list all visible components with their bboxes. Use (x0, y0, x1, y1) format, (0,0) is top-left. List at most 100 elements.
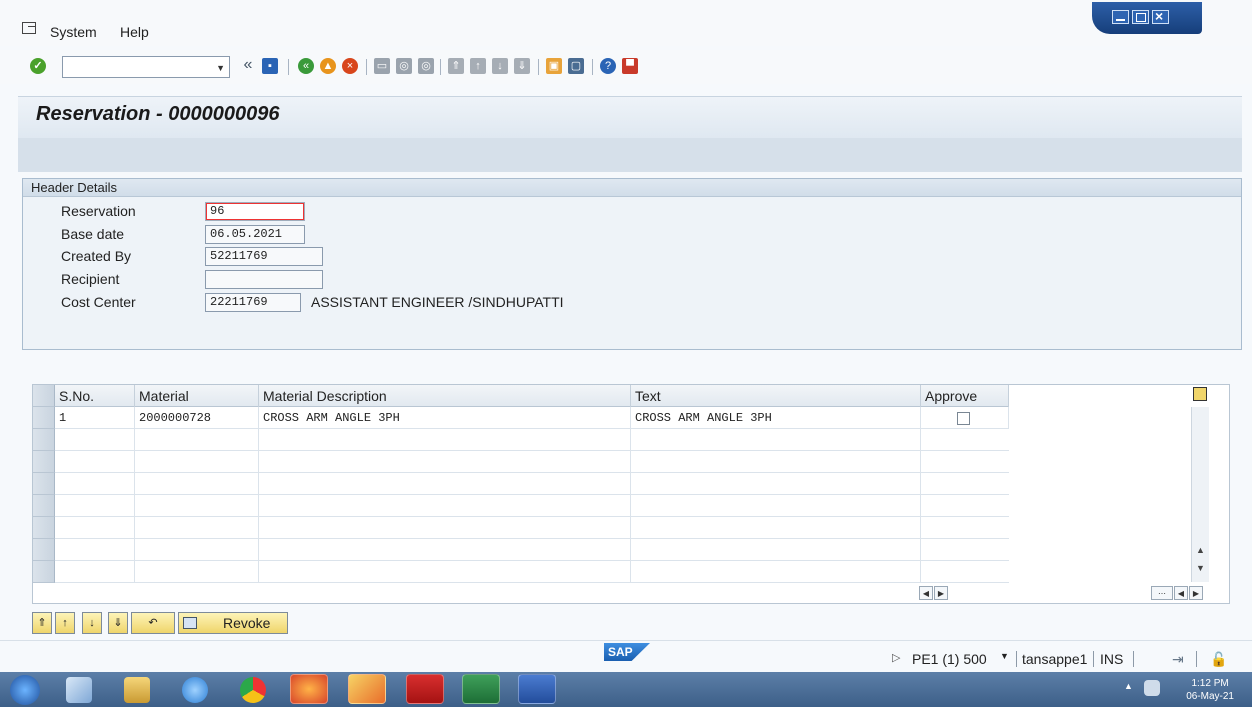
enter-check-icon[interactable]: ✓ (30, 58, 46, 74)
sap-logon-icon[interactable] (348, 674, 386, 704)
cell-sno[interactable]: 1 (55, 407, 135, 429)
exit-icon[interactable]: ▲ (320, 58, 336, 74)
cell-text[interactable] (631, 561, 921, 583)
column-header-text[interactable]: Text (631, 385, 921, 407)
cell-description[interactable] (259, 473, 631, 495)
tab-order-icon[interactable]: ⇥ (1172, 651, 1184, 668)
minimize-icon[interactable] (1112, 10, 1129, 24)
cell-sno[interactable] (55, 539, 135, 561)
first-page-icon[interactable]: ⇑ (448, 58, 464, 74)
cost-center-field[interactable]: 22211769 (205, 293, 301, 312)
revoke-button[interactable]: Revoke (178, 612, 288, 634)
next-page-icon[interactable]: ↓ (492, 58, 508, 74)
previous-row-button[interactable]: ↑ (55, 612, 75, 634)
find-icon[interactable]: ◎ (396, 58, 412, 74)
row-selector[interactable] (33, 429, 55, 451)
quick-launch-icon[interactable] (66, 677, 92, 703)
cell-sno[interactable] (55, 473, 135, 495)
row-selector[interactable] (33, 539, 55, 561)
help-icon[interactable]: ? (600, 58, 616, 74)
row-selector[interactable] (33, 561, 55, 583)
cell-description[interactable] (259, 561, 631, 583)
horizontal-scroll-right[interactable]: ⋯ ◀ ▶ (1151, 584, 1211, 600)
collapse-icon[interactable]: « (240, 57, 256, 74)
recipient-field[interactable] (205, 270, 323, 289)
shortcut-icon[interactable]: ▢ (568, 58, 584, 74)
column-header-sno[interactable]: S.No. (55, 385, 135, 407)
scroll-thumb-icon[interactable]: ⋯ (1151, 586, 1173, 600)
close-icon[interactable] (1152, 8, 1169, 24)
cell-text[interactable] (631, 429, 921, 451)
back-icon[interactable]: « (298, 58, 314, 74)
created-by-field[interactable]: 52211769 (205, 247, 323, 266)
cell-description[interactable] (259, 539, 631, 561)
cell-text[interactable] (631, 539, 921, 561)
first-row-button[interactable]: ⇑ (32, 612, 52, 634)
cell-description[interactable] (259, 517, 631, 539)
column-header-description[interactable]: Material Description (259, 385, 631, 407)
system-info[interactable]: PE1 (1) 500 (912, 651, 987, 667)
scroll-up-icon[interactable]: ▲ (1196, 545, 1205, 555)
tray-expand-icon[interactable]: ▲ (1124, 681, 1134, 691)
cell-material[interactable] (135, 495, 259, 517)
cell-description[interactable]: CROSS ARM ANGLE 3PH (259, 407, 631, 429)
scroll-down-icon[interactable]: ▼ (1196, 563, 1205, 573)
vertical-scrollbar[interactable]: ▲ ▼ (1191, 407, 1209, 582)
excel-icon[interactable] (462, 674, 500, 704)
cell-description[interactable] (259, 451, 631, 473)
table-settings-icon[interactable] (1193, 387, 1207, 401)
cell-description[interactable] (259, 429, 631, 451)
command-field[interactable]: ▼ (62, 56, 230, 78)
base-date-field[interactable]: 06.05.2021 (205, 225, 305, 244)
print-icon[interactable]: ▭ (374, 58, 390, 74)
row-selector[interactable] (33, 473, 55, 495)
cell-sno[interactable] (55, 451, 135, 473)
undo-icon[interactable]: ↶ (131, 612, 175, 634)
maximize-icon[interactable] (1132, 10, 1149, 24)
cell-material[interactable] (135, 429, 259, 451)
cell-material[interactable]: 2000000728 (135, 407, 259, 429)
cell-material[interactable] (135, 473, 259, 495)
scroll-left-icon[interactable]: ◀ (1174, 586, 1188, 600)
next-row-button[interactable]: ↓ (82, 612, 102, 634)
word-icon[interactable] (518, 674, 556, 704)
scroll-right-icon[interactable]: ▶ (1189, 586, 1203, 600)
cell-sno[interactable] (55, 561, 135, 583)
column-header-material[interactable]: Material (135, 385, 259, 407)
chevron-down-icon[interactable]: ▼ (216, 63, 225, 73)
menu-help[interactable]: Help (120, 24, 149, 40)
scroll-right-icon[interactable]: ▶ (934, 586, 948, 600)
find-next-icon[interactable]: ◎ (418, 58, 434, 74)
layout-menu-icon[interactable]: ▀ (622, 58, 638, 74)
row-selector[interactable] (33, 517, 55, 539)
cancel-icon[interactable]: × (342, 58, 358, 74)
horizontal-scroll-left[interactable]: ◀ ▶ (919, 584, 951, 600)
menu-icon[interactable] (22, 22, 36, 34)
last-page-icon[interactable]: ⇓ (514, 58, 530, 74)
security-app-icon[interactable] (406, 674, 444, 704)
row-selector[interactable] (33, 407, 55, 429)
cell-material[interactable] (135, 561, 259, 583)
cell-text[interactable] (631, 451, 921, 473)
menu-system[interactable]: System (50, 24, 97, 40)
input-mode[interactable]: INS (1100, 651, 1123, 667)
taskbar-clock[interactable]: 1:12 PM 06-May-21 (1186, 677, 1234, 703)
cell-description[interactable] (259, 495, 631, 517)
cell-sno[interactable] (55, 429, 135, 451)
scroll-left-icon[interactable]: ◀ (919, 586, 933, 600)
row-selector[interactable] (33, 451, 55, 473)
internet-explorer-icon[interactable] (182, 677, 208, 703)
create-session-icon[interactable]: ▣ (546, 58, 562, 74)
cell-sno[interactable] (55, 495, 135, 517)
cell-text[interactable]: CROSS ARM ANGLE 3PH (631, 407, 921, 429)
row-selector[interactable] (33, 495, 55, 517)
select-all-cell[interactable] (33, 385, 55, 407)
cell-material[interactable] (135, 539, 259, 561)
cell-material[interactable] (135, 517, 259, 539)
chevron-down-icon[interactable]: ▼ (1000, 651, 1009, 661)
column-header-approve[interactable]: Approve (921, 385, 1009, 407)
approve-checkbox[interactable] (957, 412, 970, 425)
play-icon[interactable]: ▷ (892, 651, 900, 664)
cell-text[interactable] (631, 517, 921, 539)
save-icon[interactable]: ▪ (262, 58, 278, 74)
